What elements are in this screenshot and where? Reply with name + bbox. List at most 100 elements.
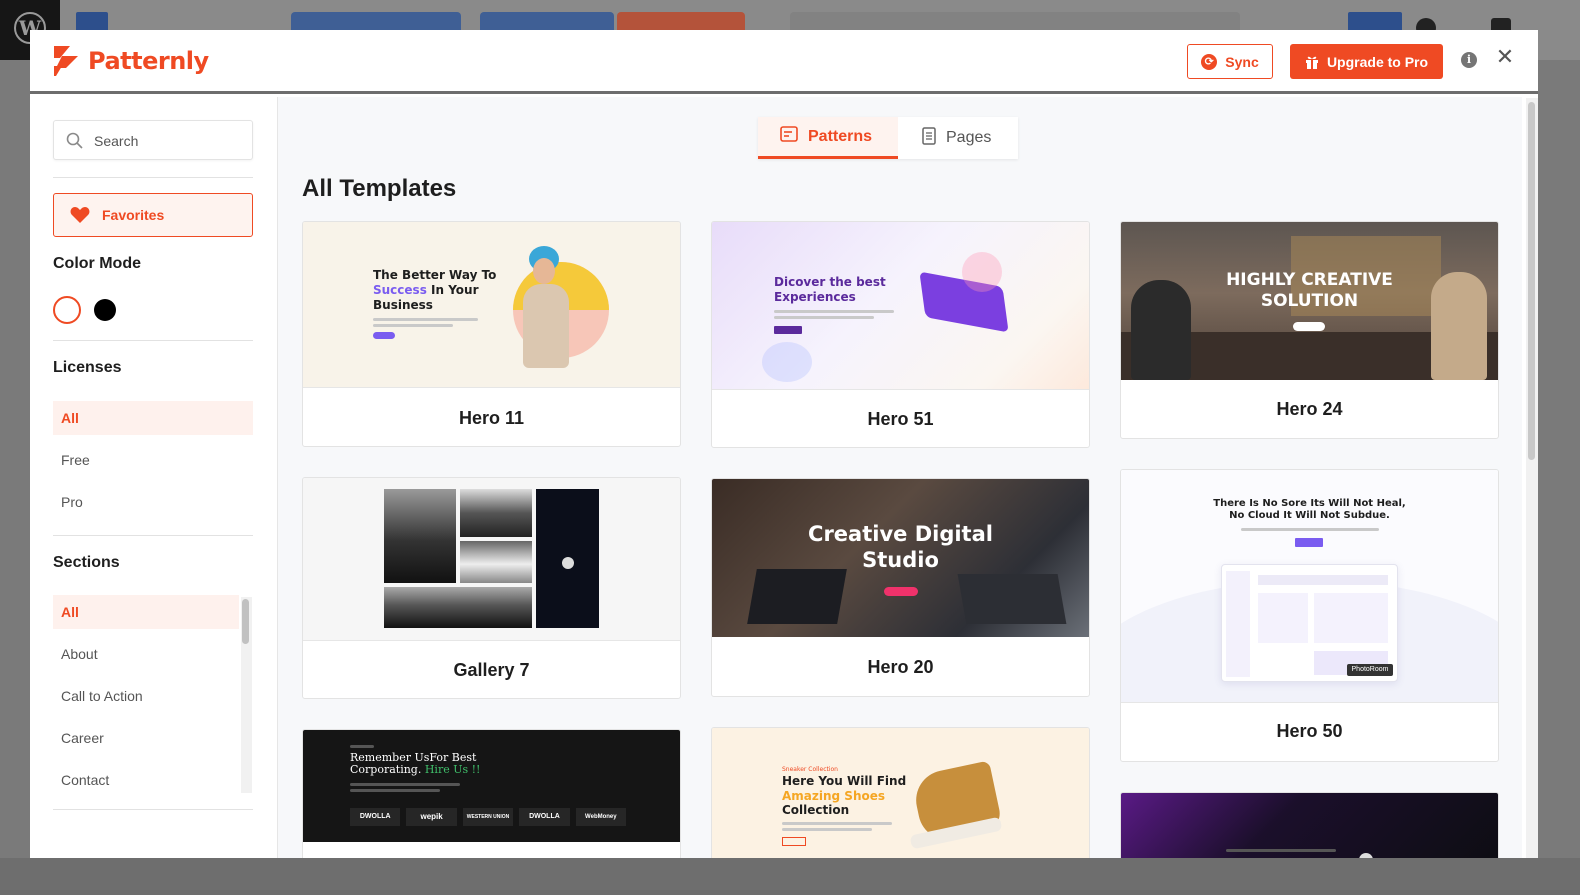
template-name: Hero 11 — [458, 408, 525, 428]
dashboard-row — [1258, 575, 1388, 585]
patterns-icon — [780, 125, 798, 148]
thumb-headline-line2: No Cloud It Will Not Subdue. — [1229, 510, 1390, 521]
thumb-headline-line3: Collection — [782, 803, 850, 817]
thumb-cta — [782, 837, 806, 846]
license-item-pro[interactable]: Pro — [53, 485, 253, 519]
sections-scrollbar-thumb[interactable] — [242, 599, 249, 644]
template-card-hero-50[interactable]: There Is No Sore Its Will Not Heal, No C… — [1120, 469, 1499, 762]
gallery-image — [460, 489, 532, 537]
thumb-accent: Hire Us !! — [424, 763, 481, 776]
thumb-cta — [1293, 322, 1325, 331]
search-box[interactable] — [53, 120, 253, 160]
photoroom-badge: PhotoRoom — [1347, 664, 1393, 676]
sync-label: Sync — [1225, 53, 1259, 70]
gift-icon — [1305, 55, 1319, 69]
template-thumbnail — [1121, 793, 1498, 858]
template-card-hero-51[interactable]: Dicover the best Experiences Hero 51 — [711, 221, 1090, 448]
close-icon[interactable]: ✕ — [1494, 46, 1516, 68]
info-icon[interactable]: i — [1461, 52, 1477, 68]
blob-decor — [762, 342, 812, 382]
section-item-about[interactable]: About — [53, 637, 239, 671]
section-item-career[interactable]: Career — [53, 721, 239, 755]
template-name: Hero 50 — [1276, 721, 1343, 741]
tab-pages[interactable]: Pages — [898, 117, 1018, 159]
thumb-cta — [1295, 538, 1323, 547]
laptop-shape — [747, 569, 847, 624]
thumb-kicker: Sneaker Collection — [782, 766, 838, 773]
favorites-label: Favorites — [102, 207, 165, 223]
dashboard-chart — [1314, 593, 1388, 643]
favorites-button[interactable]: Favorites — [53, 193, 253, 237]
modal-header: Patternly ⟳ Sync Upgrade to Pro i ✕ — [30, 30, 1538, 94]
person-figure — [523, 284, 569, 368]
divider — [53, 535, 253, 536]
template-card-gallery-7[interactable]: Gallery 7 — [302, 477, 681, 699]
laptop-shape — [957, 574, 1067, 624]
license-item-free[interactable]: Free — [53, 443, 253, 477]
client-logo: WebMoney — [575, 808, 627, 826]
color-mode-light-swatch[interactable] — [53, 296, 81, 324]
dashboard-panel — [1258, 593, 1308, 643]
page-icon — [922, 126, 936, 150]
template-name: Gallery 7 — [453, 660, 530, 680]
template-card-purple[interactable] — [1120, 792, 1499, 858]
templates-scrollbar-thumb[interactable] — [1528, 102, 1535, 460]
thumb-headline-line2: Corporating. — [350, 763, 422, 776]
brand-name: Patternly — [88, 47, 209, 75]
avatar — [1359, 853, 1373, 858]
thumb-headline-rest: In Your — [426, 283, 479, 297]
template-card-corporate[interactable]: Remember UsFor Best Corporating. Hire Us… — [302, 729, 681, 858]
section-item-call-to-action[interactable]: Call to Action — [53, 679, 239, 713]
section-item-all[interactable]: All — [53, 595, 239, 629]
template-thumbnail: The Better Way To Success In Your Busine… — [303, 222, 680, 388]
sync-button[interactable]: ⟳ Sync — [1187, 44, 1273, 79]
license-item-all[interactable]: All — [53, 401, 253, 435]
moon-shape — [562, 557, 574, 569]
gallery-image — [536, 489, 599, 628]
client-logo: DWOLLA — [350, 808, 401, 826]
upgrade-to-pro-button[interactable]: Upgrade to Pro — [1290, 44, 1443, 79]
template-thumbnail — [303, 478, 680, 641]
dashboard-sidebar — [1226, 571, 1250, 677]
thumb-headline-line2: Studio — [862, 548, 939, 572]
templates-panel: Patterns Pages All Templates The Better … — [278, 97, 1522, 858]
template-card-hero-20[interactable]: Creative Digital Studio Hero 20 — [711, 478, 1090, 697]
template-thumbnail: Dicover the best Experiences — [712, 222, 1089, 390]
thumb-headline-line2: SOLUTION — [1260, 291, 1359, 311]
color-mode-dark-swatch[interactable] — [94, 299, 116, 321]
section-item-contact[interactable]: Contact — [53, 763, 239, 794]
divider — [53, 809, 253, 810]
template-thumbnail: Creative Digital Studio — [712, 479, 1089, 637]
template-name: Hero 20 — [867, 657, 934, 677]
patternly-modal: Patternly ⟳ Sync Upgrade to Pro i ✕ F — [30, 30, 1538, 858]
thumb-headline: Dicover the best — [774, 275, 886, 289]
gallery-image — [384, 587, 532, 628]
thumb-accent: Amazing Shoes — [782, 788, 886, 803]
patternly-logo-icon — [52, 44, 80, 78]
gallery-image — [384, 489, 456, 583]
heart-icon — [70, 206, 90, 224]
template-name: Hero 24 — [1276, 399, 1343, 419]
template-card-hero-11[interactable]: The Better Way To Success In Your Busine… — [302, 221, 681, 447]
search-input[interactable] — [94, 130, 244, 152]
template-card-shoes[interactable]: Sneaker Collection Here You Will Find Am… — [711, 727, 1090, 858]
sections-heading: Sections — [53, 554, 120, 571]
template-name: Hero 51 — [867, 409, 934, 429]
client-logo: WESTERN UNION — [462, 808, 514, 826]
tab-pages-label: Pages — [946, 129, 992, 146]
template-card-hero-24[interactable]: HIGHLY CREATIVE SOLUTION Hero 24 — [1120, 221, 1499, 439]
color-mode-heading: Color Mode — [53, 255, 141, 272]
wp-editor-footer — [0, 858, 1580, 895]
divider — [53, 177, 253, 178]
face-shape — [533, 258, 555, 284]
thumb-headline-line2: Experiences — [774, 290, 856, 304]
search-icon — [66, 132, 83, 149]
tab-patterns[interactable]: Patterns — [758, 117, 898, 159]
tab-patterns-label: Patterns — [808, 127, 873, 145]
thumb-headline: The Better Way To — [373, 268, 497, 282]
blob-decor — [962, 252, 1002, 292]
sync-icon: ⟳ — [1201, 53, 1218, 70]
template-thumbnail: Sneaker Collection Here You Will Find Am… — [712, 728, 1089, 858]
template-thumbnail: Remember UsFor Best Corporating. Hire Us… — [303, 730, 680, 842]
thumb-accent: Success — [373, 283, 427, 297]
